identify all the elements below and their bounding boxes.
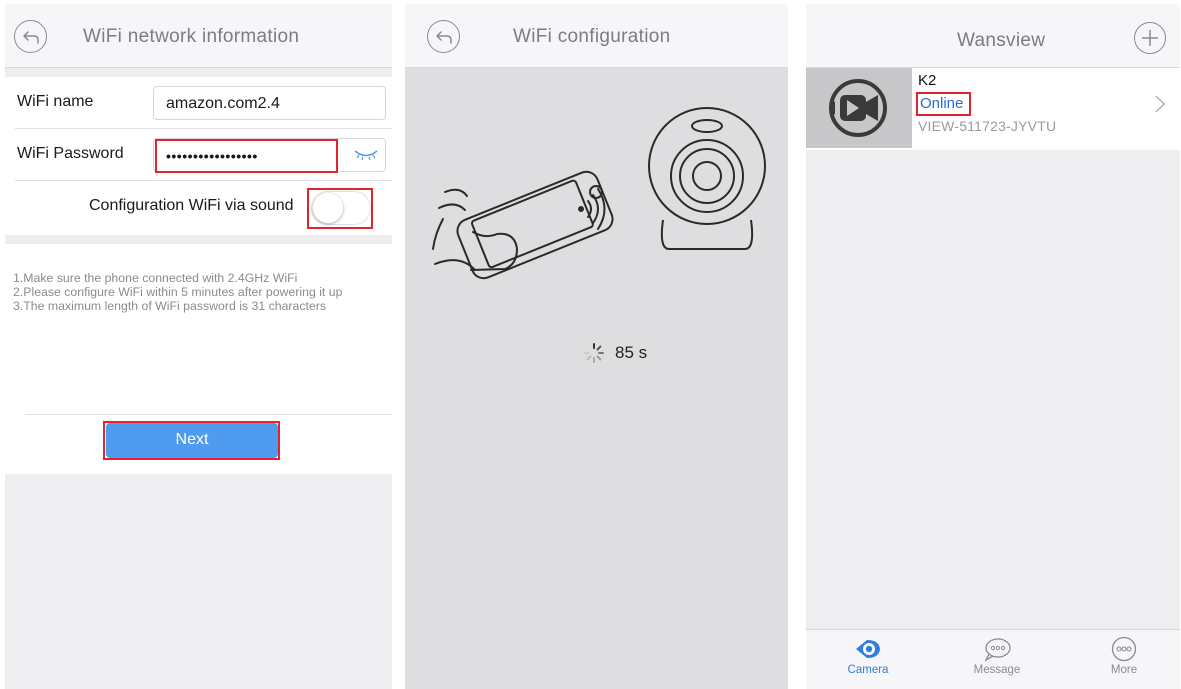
phone-to-camera-illustration [432,107,766,280]
wifi-name-row: WiFi name amazon.com2.4 [5,77,392,129]
toggle-knob [313,193,343,223]
wifi-info-screen: WiFi network information WiFi name amazo… [5,4,392,689]
device-status: Online [920,95,964,112]
page-title: WiFi configuration [513,26,671,47]
tab-message[interactable]: Message [957,636,1037,676]
add-device-button[interactable] [1134,22,1166,54]
back-arrow-icon [435,30,452,44]
wifi-name-label: WiFi name [17,93,94,110]
instructions-list: 1.Make sure the phone connected with 2.4… [13,271,383,313]
back-arrow-icon [22,30,39,44]
nav-bar: Wansview [806,4,1180,68]
message-bubble-icon [984,638,1011,662]
chevron-right-icon [1155,95,1166,113]
wifi-form: WiFi name amazon.com2.4 WiFi Password ••… [5,77,392,235]
tab-label: More [1110,664,1138,676]
instructions-card: 1.Make sure the phone connected with 2.4… [5,244,392,474]
next-button[interactable]: Next [106,423,278,458]
divider [25,414,392,415]
device-list-screen: Wansview K2 Online VIEW-511723-JYVTU Cam… [806,4,1180,689]
instruction-item: 1.Make sure the phone connected with 2.4… [13,271,298,285]
loading-spinner-icon [584,343,604,363]
tab-label: Message [973,664,1021,676]
hand-with-phone-icon [432,170,614,280]
device-list-item[interactable]: K2 Online VIEW-511723-JYVTU [806,68,1180,150]
tab-more[interactable]: More [1084,636,1164,676]
sound-config-toggle[interactable] [311,191,371,225]
sound-config-label: Configuration WiFi via sound [89,197,294,214]
tab-label: Camera [847,664,889,676]
countdown: 85 s [583,342,647,364]
device-id: VIEW-511723-JYVTU [918,118,1057,134]
wifi-name-field[interactable]: amazon.com2.4 [153,86,386,120]
sound-config-row: Configuration WiFi via sound [5,181,392,233]
countdown-value: 85 s [615,343,648,362]
wifi-password-value: ••••••••••••••••• [166,148,258,164]
wifi-name-value: amazon.com2.4 [166,95,280,112]
device-thumbnail [806,68,912,148]
wifi-config-screen: WiFi configuration 85 s [405,4,788,689]
back-button[interactable] [427,20,460,53]
instruction-item: 3.The maximum length of WiFi password is… [13,299,327,313]
tab-camera[interactable]: Camera [828,636,908,676]
camera-eye-icon [856,640,880,658]
camera-device-icon [648,107,766,250]
wifi-password-field[interactable]: ••••••••••••••••• [153,138,386,172]
wifi-password-row: WiFi Password ••••••••••••••••• [5,129,392,181]
wifi-password-label: WiFi Password [17,145,124,162]
device-name: K2 [918,72,937,89]
tab-bar: Camera Message More [806,629,1180,689]
show-password-eye-icon[interactable] [353,148,379,167]
page-title: WiFi network information [83,26,300,47]
back-button[interactable] [14,20,47,53]
page-title: Wansview [957,30,1046,51]
more-dots-icon [1111,636,1137,662]
video-camera-icon [829,79,887,137]
plus-icon [1142,30,1158,46]
nav-bar: WiFi network information [5,4,392,68]
instruction-item: 2.Please configure WiFi within 5 minutes… [13,285,343,299]
nav-bar: WiFi configuration [405,4,788,68]
